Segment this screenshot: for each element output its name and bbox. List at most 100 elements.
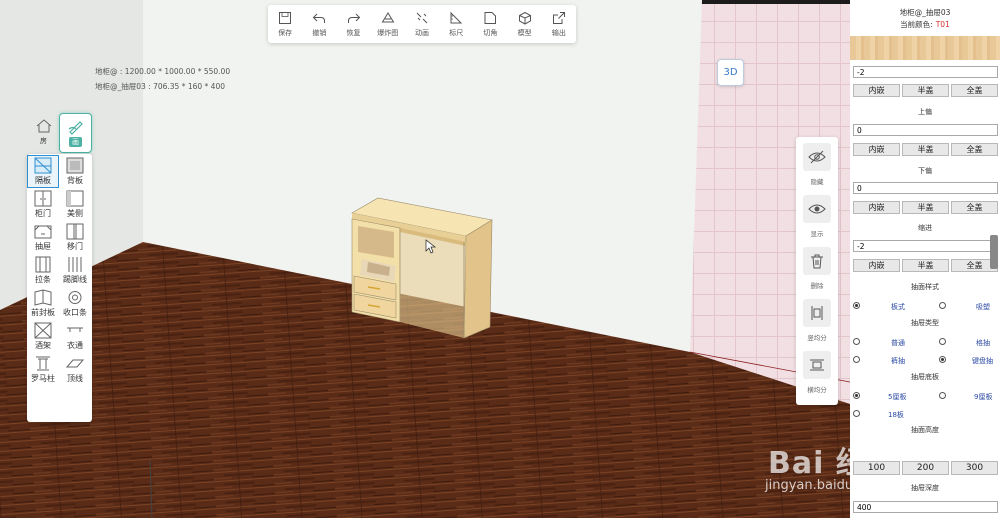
- toolbar-label: 爆炸图: [377, 28, 399, 37]
- bottom-board-9mm-radio[interactable]: [939, 392, 946, 399]
- full-cover-button[interactable]: 全盖: [951, 201, 998, 214]
- cabinet-door-icon: [34, 190, 52, 207]
- export-icon: [552, 11, 565, 24]
- toolbar-explode-button[interactable]: 爆炸图: [371, 11, 405, 38]
- tool-side-panel[interactable]: 美侧: [59, 188, 91, 221]
- tool-crown-line[interactable]: 顶线: [59, 353, 91, 386]
- hide-eye-icon: [808, 150, 826, 164]
- toolbar-label: 保存: [278, 28, 293, 37]
- inset-button[interactable]: 内嵌: [853, 201, 900, 214]
- tool-front-cover[interactable]: 前封板: [27, 287, 59, 320]
- horizontal-split-button[interactable]: 横均分: [803, 351, 831, 403]
- ruler-icon: [450, 11, 463, 23]
- panel-title: 地柜@_抽屉03: [899, 8, 951, 17]
- vertical-split-button[interactable]: 竖均分: [803, 299, 831, 351]
- toolbar-animation-button[interactable]: 动画: [405, 11, 439, 38]
- inset-button[interactable]: 内嵌: [853, 143, 900, 156]
- material-swatch[interactable]: [850, 36, 1000, 60]
- radio-dot: [853, 338, 860, 345]
- front-cover-icon: [34, 289, 52, 306]
- tool-label: 踢脚线: [63, 275, 87, 284]
- drawer-type-pants-radio[interactable]: [853, 356, 860, 363]
- toolbar-model-button[interactable]: 模型: [508, 11, 542, 38]
- drawer-type-keyboard-label: 键盘抽: [972, 357, 993, 365]
- face-style-panel-radio[interactable]: [853, 302, 860, 309]
- face-style-blister-radio[interactable]: [939, 302, 946, 309]
- vtool-label: 隐藏: [810, 178, 824, 186]
- wine-rack-icon: [34, 322, 52, 339]
- cabinet-dimension-info: 地柜@ : 1200.00 * 1000.00 * 550.00: [95, 67, 231, 76]
- full-cover-button[interactable]: 全盖: [951, 143, 998, 156]
- tool-drawer[interactable]: 抽屉: [27, 221, 59, 254]
- trash-icon: [811, 254, 823, 269]
- tab-draw[interactable]: 画: [59, 113, 92, 153]
- inset-button[interactable]: 内嵌: [853, 84, 900, 97]
- tool-back-panel[interactable]: 背板: [59, 155, 91, 188]
- tool-strip[interactable]: 拉条: [27, 254, 59, 287]
- draw-icon: [68, 121, 83, 135]
- bottom-board-18mm-radio[interactable]: [853, 410, 860, 417]
- toolbar-redo-button[interactable]: 恢复: [337, 11, 371, 38]
- tool-sliding-door[interactable]: 移门: [59, 221, 91, 254]
- tool-wine-rack[interactable]: 酒架: [27, 320, 59, 353]
- toolbar-ruler-button[interactable]: 标尺: [439, 11, 473, 38]
- view-3d-toggle-button[interactable]: 3D: [717, 59, 744, 86]
- inset-button[interactable]: 内嵌: [853, 259, 900, 272]
- toolbar-undo-button[interactable]: 撤销: [302, 11, 336, 38]
- toolbar-label: 模型: [517, 28, 532, 37]
- tool-skirting[interactable]: 踢脚线: [59, 254, 91, 287]
- bottom-offset-button-row: 内嵌 半盖 全盖: [853, 201, 998, 214]
- tool-closing-strip[interactable]: 收口条: [59, 287, 91, 320]
- toolbar-label: 恢复: [346, 28, 361, 37]
- radio-dot: [939, 392, 946, 399]
- roman-column-icon: [36, 356, 50, 371]
- bottom-board-18mm-label: 18板: [888, 411, 904, 419]
- undo-icon: [313, 13, 326, 23]
- radio-dot: [853, 392, 860, 399]
- full-cover-button[interactable]: 全盖: [951, 84, 998, 97]
- toolbar-export-button[interactable]: 输出: [542, 11, 576, 38]
- delete-button[interactable]: 删除: [803, 247, 831, 299]
- half-cover-button[interactable]: 半盖: [902, 84, 949, 97]
- show-eye-icon: [808, 204, 826, 214]
- drawer-type-grid-radio[interactable]: [939, 338, 946, 345]
- offset-input[interactable]: -2: [853, 66, 998, 78]
- half-cover-button[interactable]: 半盖: [902, 143, 949, 156]
- toolbar-save-button[interactable]: 保存: [268, 11, 302, 38]
- tab-house[interactable]: 房: [28, 113, 59, 151]
- color-label: 当前颜色:: [900, 20, 933, 29]
- vertical-split-icon: [811, 306, 823, 320]
- face-style-panel-label: 板式: [891, 303, 905, 311]
- toolbar-label: 撤销: [312, 28, 327, 37]
- drawer-depth-input[interactable]: 400: [853, 501, 998, 513]
- indent-input[interactable]: -2: [853, 240, 998, 252]
- tool-hanging-rod[interactable]: 衣通: [59, 320, 91, 353]
- drawer-type-keyboard-radio[interactable]: [939, 356, 946, 363]
- chamfer-icon: [484, 11, 497, 24]
- drawer-icon: [34, 225, 52, 239]
- redo-icon: [347, 13, 360, 23]
- bottom-board-5mm-radio[interactable]: [853, 392, 860, 399]
- drawer-type-normal-radio[interactable]: [853, 338, 860, 345]
- mode-tabs: 房 画: [28, 113, 92, 153]
- top-offset-input[interactable]: 0: [853, 124, 998, 136]
- height-300-button[interactable]: 300: [951, 461, 998, 475]
- skirting-icon: [68, 257, 82, 272]
- bottom-offset-input[interactable]: 0: [853, 182, 998, 194]
- panel-scrollbar[interactable]: [990, 235, 998, 269]
- object-tool-panel: 隐藏 显示 删除 竖均分 横均分: [796, 137, 838, 405]
- show-button[interactable]: 显示: [803, 195, 831, 247]
- tool-roman-column[interactable]: 罗马柱: [27, 353, 59, 386]
- tool-label: 美侧: [67, 209, 83, 218]
- tool-cabinet-door[interactable]: 柜门: [27, 188, 59, 221]
- height-200-button[interactable]: 200: [902, 461, 949, 475]
- hide-button[interactable]: 隐藏: [803, 143, 831, 195]
- top-offset-button-row: 内嵌 半盖 全盖: [853, 143, 998, 156]
- tool-shelf[interactable]: 隔板: [27, 155, 59, 188]
- toolbar-chamfer-button[interactable]: 切角: [473, 11, 507, 38]
- radio-dot: [853, 356, 860, 363]
- half-cover-button[interactable]: 半盖: [902, 201, 949, 214]
- height-100-button[interactable]: 100: [853, 461, 900, 475]
- top-toolbar: 保存 撤销 恢复 爆炸图 动画 标尺 切角 模型 输出: [268, 5, 576, 43]
- half-cover-button[interactable]: 半盖: [902, 259, 949, 272]
